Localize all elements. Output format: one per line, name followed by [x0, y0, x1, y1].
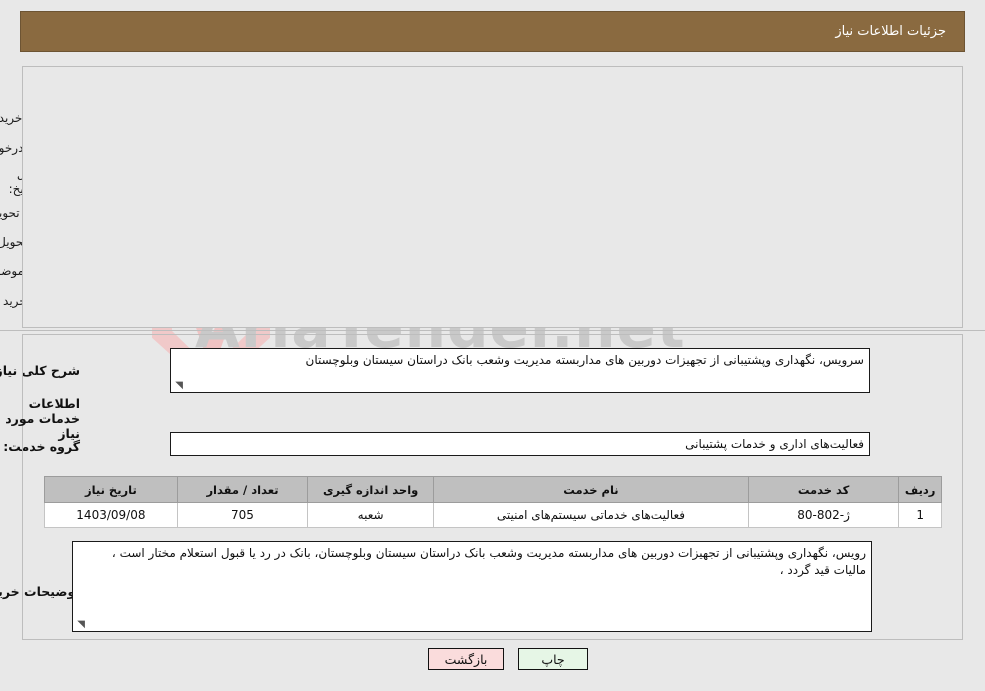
table-header-row: ردیف کد خدمت نام خدمت واحد اندازه گیری ت…	[44, 476, 942, 503]
cell-row: 1	[898, 502, 942, 528]
col-date: تاریخ نیاز	[44, 476, 178, 503]
page-header: جزئیات اطلاعات نیاز	[20, 11, 965, 52]
col-row: ردیف	[898, 476, 942, 503]
page-title: جزئیات اطلاعات نیاز	[835, 24, 946, 39]
table-row[interactable]: 1 ژ-802-80 فعالیت‌های خدماتی سیستم‌های ا…	[44, 502, 942, 528]
cell-name: فعالیت‌های خدماتی سیستم‌های امنیتی	[433, 502, 749, 528]
page-root: AriaTender.net جزئیات اطلاعات نیاز شماره…	[0, 0, 985, 691]
col-unit: واحد اندازه گیری	[307, 476, 435, 503]
cell-unit: شعبه	[307, 502, 435, 528]
cell-date: 1403/09/08	[44, 502, 178, 528]
resize-grip-icon-2[interactable]: ◥	[75, 620, 85, 630]
buyer-notes-textarea[interactable]: رویس، نگهداری وپشتیبانی از تجهیزات دوربی…	[72, 541, 872, 632]
cell-qty: 705	[176, 502, 309, 528]
col-qty: تعداد / مقدار	[176, 476, 309, 503]
buyer-notes-text: رویس، نگهداری وپشتیبانی از تجهیزات دوربی…	[111, 546, 866, 577]
resize-grip-icon[interactable]: ◥	[173, 381, 183, 391]
col-name: نام خدمت	[433, 476, 749, 503]
cell-code: ژ-802-80	[747, 502, 900, 528]
back-button[interactable]: بازگشت	[428, 648, 504, 670]
section-divider	[0, 330, 985, 331]
need-info-panel	[22, 66, 963, 328]
services-table: ردیف کد خدمت نام خدمت واحد اندازه گیری ت…	[44, 476, 942, 528]
services-section-title: اطلاعات خدمات مورد نیاز	[5, 396, 80, 441]
print-button[interactable]: چاپ	[518, 648, 588, 670]
col-code: کد خدمت	[747, 476, 900, 503]
description-textarea[interactable]: سرویس، نگهداری وپشتیبانی از تجهیزات دورب…	[170, 348, 870, 393]
description-text: سرویس، نگهداری وپشتیبانی از تجهیزات دورب…	[305, 353, 865, 367]
